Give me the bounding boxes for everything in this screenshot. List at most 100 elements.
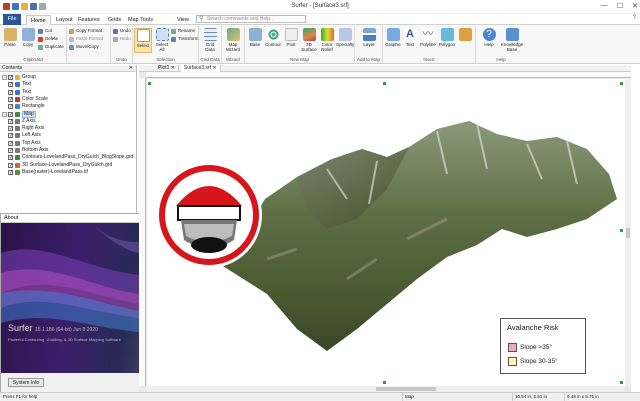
tab-layout[interactable]: Layout — [52, 15, 77, 25]
tree-item[interactable]: ✓ Base(raster)-LovelandPass.tif — [8, 169, 88, 176]
tree-item[interactable]: ✓ Bottom Axis — [8, 147, 48, 154]
tree-item[interactable]: − ✓ Group — [2, 74, 36, 81]
maximize-button[interactable]: ☐ — [617, 2, 623, 10]
selection-handle[interactable] — [383, 381, 386, 384]
selection-handle[interactable] — [620, 229, 623, 232]
doc-tab-close-icon[interactable]: ✕ — [171, 65, 175, 71]
tab-map-tools[interactable]: Map Tools — [124, 15, 157, 25]
copy-button[interactable]: Copy — [19, 28, 37, 47]
doc-tab-surface3[interactable]: Surface3.srf ✕ — [181, 65, 221, 72]
expand-toggle-icon[interactable]: − — [2, 75, 7, 80]
tree-item[interactable]: ✓ Text — [8, 89, 31, 96]
knowledge-base-button[interactable]: Knowledge Base — [500, 28, 524, 52]
ribbon-tabs: File Home Layout Features Grids Map Tool… — [0, 14, 640, 25]
duplicate-button[interactable]: Duplicate — [38, 44, 64, 50]
visibility-checkbox[interactable]: ✓ — [8, 155, 13, 161]
tree-item[interactable]: ✓ Contours-LovelandPass_DryGulch_BlogSlop… — [8, 154, 133, 161]
graphic-button[interactable]: Graphic — [384, 28, 402, 47]
select-button[interactable]: Select — [134, 28, 152, 53]
help-question-icon[interactable]: ? — [633, 15, 636, 21]
visibility-checkbox[interactable]: ✓ — [8, 118, 13, 124]
status-bar: Press F1 for help Map 10.54 in, 5.51 in … — [0, 392, 640, 401]
tree-item[interactable]: − ✓ Map — [2, 110, 36, 118]
polygon-button[interactable]: Polygon — [438, 28, 456, 47]
color-relief-button[interactable]: Color Relief — [318, 28, 336, 52]
tree-item[interactable]: ✓ Rectangle — [8, 103, 45, 110]
tree-item[interactable]: ✓ Text — [8, 81, 31, 88]
redo-arrow-icon — [113, 37, 118, 42]
selection-handle[interactable] — [383, 82, 386, 85]
visibility-checkbox[interactable]: ✓ — [8, 148, 13, 154]
tree-item[interactable]: ✓ Z Axis — [8, 118, 36, 125]
group-add-to-map: Layer Add to Map — [355, 26, 383, 63]
insert-more-button[interactable] — [456, 28, 474, 42]
graphic-icon — [386, 28, 400, 41]
search-input[interactable]: ⚲ Search commands and Help... — [196, 15, 306, 23]
horizontal-scroll-thumb[interactable] — [376, 387, 436, 391]
avalanche-risk-legend[interactable]: Avalanche Risk Slope >35° Slope 30-35° — [500, 318, 586, 374]
copy-format-button[interactable]: Copy Format — [69, 28, 102, 34]
tree-item[interactable]: ✓ 3D Surface-LovelandPass_DryGulch.grd — [8, 162, 112, 169]
move-copy-button[interactable]: Move/Copy — [69, 44, 99, 50]
visibility-checkbox[interactable]: ✓ — [8, 75, 13, 81]
visibility-checkbox[interactable]: ✓ — [8, 162, 13, 168]
visibility-checkbox[interactable]: ✓ — [8, 89, 13, 95]
rename-button[interactable]: Rename — [171, 28, 195, 34]
expand-toggle-icon[interactable]: − — [2, 111, 7, 117]
selection-handle[interactable] — [620, 381, 623, 384]
minimize-button[interactable]: — — [601, 2, 608, 10]
layer-type-icon — [15, 104, 20, 110]
text-button[interactable]: A Text — [401, 28, 419, 47]
status-selected-object: Map — [402, 393, 512, 401]
tab-home[interactable]: Home — [26, 15, 51, 25]
help-button[interactable]: ? Help — [480, 28, 498, 47]
system-info-button[interactable]: System Info — [8, 378, 44, 387]
polyline-button[interactable]: 〰 Polyline — [419, 28, 437, 47]
visibility-checkbox[interactable]: ✓ — [8, 96, 13, 102]
tab-view[interactable]: View — [173, 15, 193, 25]
tab-file[interactable]: File — [3, 14, 21, 25]
doc-tab-close-icon[interactable]: ✕ — [212, 65, 216, 71]
vertical-ruler — [139, 78, 146, 386]
map-wizard-button[interactable]: Map Wizard — [224, 28, 242, 52]
tree-item-label: Bottom Axis — [22, 147, 49, 153]
visibility-checkbox[interactable]: ✓ — [8, 133, 13, 139]
insert-more-icon — [458, 28, 472, 41]
visibility-checkbox[interactable]: ✓ — [8, 111, 13, 117]
tree-item[interactable]: ✓ Color Scale — [8, 96, 48, 103]
undo-button[interactable]: Undo — [113, 28, 131, 34]
vertical-scroll-thumb[interactable] — [626, 228, 630, 238]
select-all-button[interactable]: Select All — [153, 28, 171, 52]
contents-close-icon[interactable]: ✕ — [129, 65, 133, 72]
layer-type-icon — [15, 140, 20, 146]
tree-item[interactable]: ✓ Top Axis — [8, 140, 41, 147]
tree-item[interactable]: ✓ Left Axis — [8, 132, 41, 139]
selection-handle[interactable] — [620, 82, 623, 85]
post-map-button[interactable]: Post — [282, 28, 300, 47]
base-map-button[interactable]: Base — [246, 28, 264, 47]
transform-button[interactable]: Transform — [171, 36, 198, 42]
selection-handle[interactable] — [148, 82, 151, 85]
close-button[interactable]: ✕ — [632, 2, 638, 10]
visibility-checkbox[interactable]: ✓ — [8, 104, 13, 110]
3d-surface-button[interactable]: 3D Surface — [300, 28, 318, 52]
vertical-scrollbar[interactable] — [625, 78, 631, 386]
tree-item[interactable]: ✓ Right Axis — [8, 125, 44, 132]
cut-button[interactable]: Cut — [38, 28, 52, 34]
tab-features[interactable]: Features — [74, 15, 104, 25]
tab-grids[interactable]: Grids — [104, 15, 125, 25]
delete-button[interactable]: Delete — [38, 36, 58, 42]
layer-button[interactable]: Layer — [360, 28, 378, 47]
grid-data-button[interactable]: Grid Data — [201, 28, 219, 52]
specialty-button[interactable]: Specialty — [336, 28, 354, 47]
paste-format-button[interactable]: Paste Format — [69, 36, 103, 42]
visibility-checkbox[interactable]: ✓ — [8, 140, 13, 146]
paste-button[interactable]: Paste — [1, 28, 19, 47]
doc-tab-plot1[interactable]: Plot1 ✕ — [155, 65, 179, 72]
document-tabs: Plot1 ✕ Surface3.srf ✕ — [139, 65, 631, 72]
redo-button[interactable]: Redo — [113, 36, 131, 42]
contour-map-button[interactable]: Contour — [264, 28, 282, 47]
visibility-checkbox[interactable]: ✓ — [8, 126, 13, 132]
visibility-checkbox[interactable]: ✓ — [8, 82, 13, 88]
visibility-checkbox[interactable]: ✓ — [8, 169, 13, 175]
